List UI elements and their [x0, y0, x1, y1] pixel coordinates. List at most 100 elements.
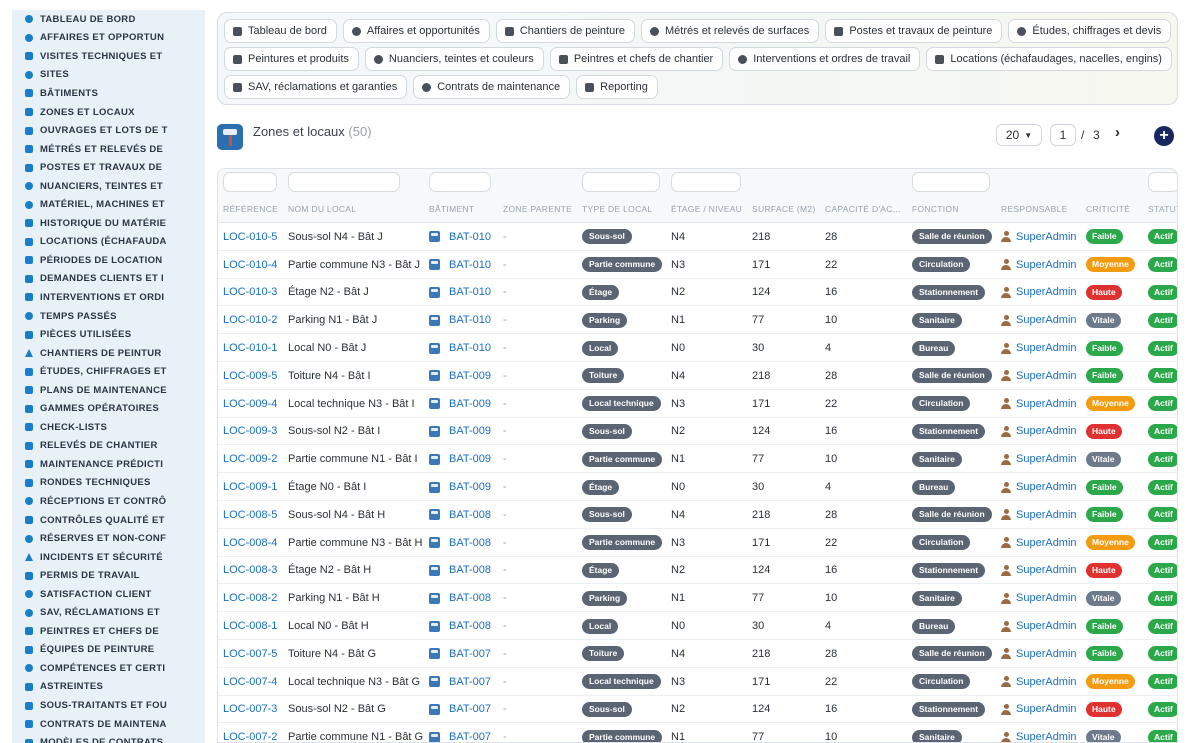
table-row[interactable]: LOC-010-5 Sous-sol N4 - Bât J BAT-010- Sous…	[218, 223, 1177, 251]
building-link[interactable]: BAT-007	[449, 731, 491, 742]
responsible-link[interactable]: SuperAdmin	[1016, 537, 1077, 549]
sidebar-item[interactable]: Visites techniques et	[12, 47, 205, 66]
table-row[interactable]: LOC-007-3 Sous-sol N2 - Bât G BAT-007- Sous…	[218, 696, 1177, 724]
reference-link[interactable]: LOC-009-2	[223, 453, 277, 465]
sidebar-item[interactable]: Chantiers de peintur	[12, 344, 205, 363]
table-row[interactable]: LOC-008-4 Partie commune N3 - Bât H BAT-00…	[218, 529, 1177, 557]
nav-pill[interactable]: SAV, réclamations et garanties	[224, 75, 408, 99]
reference-link[interactable]: LOC-009-5	[223, 370, 277, 382]
building-link[interactable]: BAT-008	[449, 509, 491, 521]
column-header[interactable]: Criticité	[1086, 196, 1130, 223]
table-row[interactable]: LOC-009-5 Toiture N4 - Bât I BAT-009- Toitu…	[218, 362, 1177, 390]
sidebar-item[interactable]: Sites	[12, 66, 205, 85]
responsible-link[interactable]: SuperAdmin	[1016, 259, 1077, 271]
nav-pill[interactable]: Affaires et opportunités	[342, 19, 490, 43]
column-header[interactable]: Responsable	[1001, 196, 1068, 223]
nav-pill[interactable]: Reporting	[576, 75, 658, 99]
reference-link[interactable]: LOC-010-4	[223, 259, 277, 271]
nav-pill[interactable]: Études, chiffrages et devis	[1008, 19, 1172, 43]
per-page-select[interactable]: 20 ▼	[996, 124, 1042, 146]
sidebar-item[interactable]: Études, chiffrages et	[12, 362, 205, 381]
sidebar-item[interactable]: Zones et locaux	[12, 103, 205, 122]
building-link[interactable]: BAT-008	[449, 564, 491, 576]
building-link[interactable]: BAT-009	[449, 481, 491, 493]
table-row[interactable]: LOC-008-2 Parking N1 - Bât H BAT-008- Parki…	[218, 584, 1177, 613]
responsible-link[interactable]: SuperAdmin	[1016, 564, 1077, 576]
nav-pill[interactable]: Postes et travaux de peinture	[825, 19, 1003, 43]
responsible-link[interactable]: SuperAdmin	[1016, 286, 1077, 298]
sidebar-item[interactable]: Périodes de location	[12, 251, 205, 270]
building-link[interactable]: BAT-007	[449, 703, 491, 715]
column-header[interactable]: Statut	[1148, 196, 1177, 223]
sidebar-item[interactable]: Historique du matérie	[12, 214, 205, 233]
sidebar-item[interactable]: Métrés et relevés de	[12, 140, 205, 159]
sidebar-item[interactable]: Check-lists	[12, 418, 205, 437]
reference-link[interactable]: LOC-007-4	[223, 676, 277, 688]
nav-pill[interactable]: Nuanciers, teintes et couleurs	[364, 47, 544, 71]
nav-pill[interactable]: Peintres et chefs de chantier	[549, 47, 724, 71]
reference-link[interactable]: LOC-007-3	[223, 703, 277, 715]
sidebar-item[interactable]: Temps passés	[12, 307, 205, 326]
column-header[interactable]: Fonction	[912, 196, 959, 223]
nav-pill[interactable]: Interventions et ordres de travail	[729, 47, 921, 71]
reference-link[interactable]: LOC-010-5	[223, 231, 277, 243]
table-row[interactable]: LOC-010-1 Local N0 - Bât J BAT-010- Local N0…	[218, 334, 1177, 362]
sidebar-item[interactable]: Nuanciers, teintes et	[12, 177, 205, 196]
nav-pill[interactable]: Tableau de bord	[224, 19, 337, 43]
reference-link[interactable]: LOC-009-4	[223, 398, 277, 410]
responsible-link[interactable]: SuperAdmin	[1016, 425, 1077, 437]
table-row[interactable]: LOC-009-2 Partie commune N1 - Bât I BAT-00…	[218, 445, 1177, 474]
column-filter-input[interactable]	[582, 172, 660, 192]
page-number-input[interactable]: 1	[1050, 124, 1076, 146]
sidebar-item[interactable]: Demandes clients et i	[12, 270, 205, 289]
table-row[interactable]: LOC-009-3 Sous-sol N2 - Bât I BAT-009- Sous…	[218, 418, 1177, 446]
sidebar-item[interactable]: Matériel, machines et	[12, 195, 205, 214]
table-row[interactable]: LOC-007-5 Toiture N4 - Bât G BAT-007- Toitu…	[218, 640, 1177, 668]
reference-link[interactable]: LOC-008-5	[223, 509, 277, 521]
table-row[interactable]: LOC-008-1 Local N0 - Bât H BAT-008- Local N0…	[218, 612, 1177, 640]
table-row[interactable]: LOC-010-2 Parking N1 - Bât J BAT-010- Parki…	[218, 306, 1177, 335]
building-link[interactable]: BAT-009	[449, 425, 491, 437]
sidebar-item[interactable]: Relevés de chantier	[12, 437, 205, 456]
building-link[interactable]: BAT-010	[449, 286, 491, 298]
column-filter-input[interactable]	[288, 172, 400, 192]
sidebar-item[interactable]: Maintenance prédicti	[12, 455, 205, 474]
reference-link[interactable]: LOC-009-1	[223, 481, 277, 493]
sidebar-item[interactable]: Gammes opératoires	[12, 399, 205, 418]
responsible-link[interactable]: SuperAdmin	[1016, 676, 1077, 688]
sidebar-item[interactable]: Peintres et chefs de	[12, 622, 205, 641]
responsible-link[interactable]: SuperAdmin	[1016, 231, 1077, 243]
column-header[interactable]: Bâtiment	[429, 196, 474, 223]
table-row[interactable]: LOC-010-4 Partie commune N3 - Bât J BAT-01…	[218, 251, 1177, 279]
responsible-link[interactable]: SuperAdmin	[1016, 314, 1077, 326]
table-row[interactable]: LOC-007-4 Local technique N3 - Bât G BAT-0…	[218, 668, 1177, 696]
column-header[interactable]: Étage / Niveau	[671, 196, 742, 223]
building-link[interactable]: BAT-009	[449, 453, 491, 465]
sidebar-item[interactable]: Contrats de maintena	[12, 715, 205, 734]
responsible-link[interactable]: SuperAdmin	[1016, 370, 1077, 382]
sidebar-item[interactable]: Interventions et ordi	[12, 288, 205, 307]
nav-pill[interactable]: Chantiers de peinture	[495, 19, 636, 43]
column-header[interactable]: Référence	[223, 196, 278, 223]
responsible-link[interactable]: SuperAdmin	[1016, 398, 1077, 410]
sidebar-item[interactable]: Sous-traitants et fou	[12, 696, 205, 715]
responsible-link[interactable]: SuperAdmin	[1016, 703, 1077, 715]
sidebar-item[interactable]: Réserves et non-conf	[12, 529, 205, 548]
sidebar-item[interactable]: Tableau de bord	[12, 10, 205, 29]
table-row[interactable]: LOC-008-5 Sous-sol N4 - Bât H BAT-008- Sous…	[218, 501, 1177, 529]
responsible-link[interactable]: SuperAdmin	[1016, 731, 1077, 742]
reference-link[interactable]: LOC-008-3	[223, 564, 277, 576]
sidebar-item[interactable]: Incidents et sécurité	[12, 548, 205, 567]
column-header[interactable]: Nom du local	[288, 196, 356, 223]
sidebar-item[interactable]: Rondes techniques	[12, 474, 205, 493]
column-filter-input[interactable]	[223, 172, 277, 192]
sidebar-item[interactable]: SAV, réclamations et	[12, 604, 205, 623]
sidebar-item[interactable]: Astreintes	[12, 678, 205, 697]
sidebar-item[interactable]: Réceptions et contrô	[12, 492, 205, 511]
reference-link[interactable]: LOC-010-3	[223, 286, 277, 298]
table-row[interactable]: LOC-008-3 Étage N2 - Bât H BAT-008- Étage N2…	[218, 557, 1177, 585]
building-link[interactable]: BAT-008	[449, 537, 491, 549]
reference-link[interactable]: LOC-008-1	[223, 620, 277, 632]
sidebar-item[interactable]: Équipes de peinture	[12, 641, 205, 660]
reference-link[interactable]: LOC-010-1	[223, 342, 277, 354]
